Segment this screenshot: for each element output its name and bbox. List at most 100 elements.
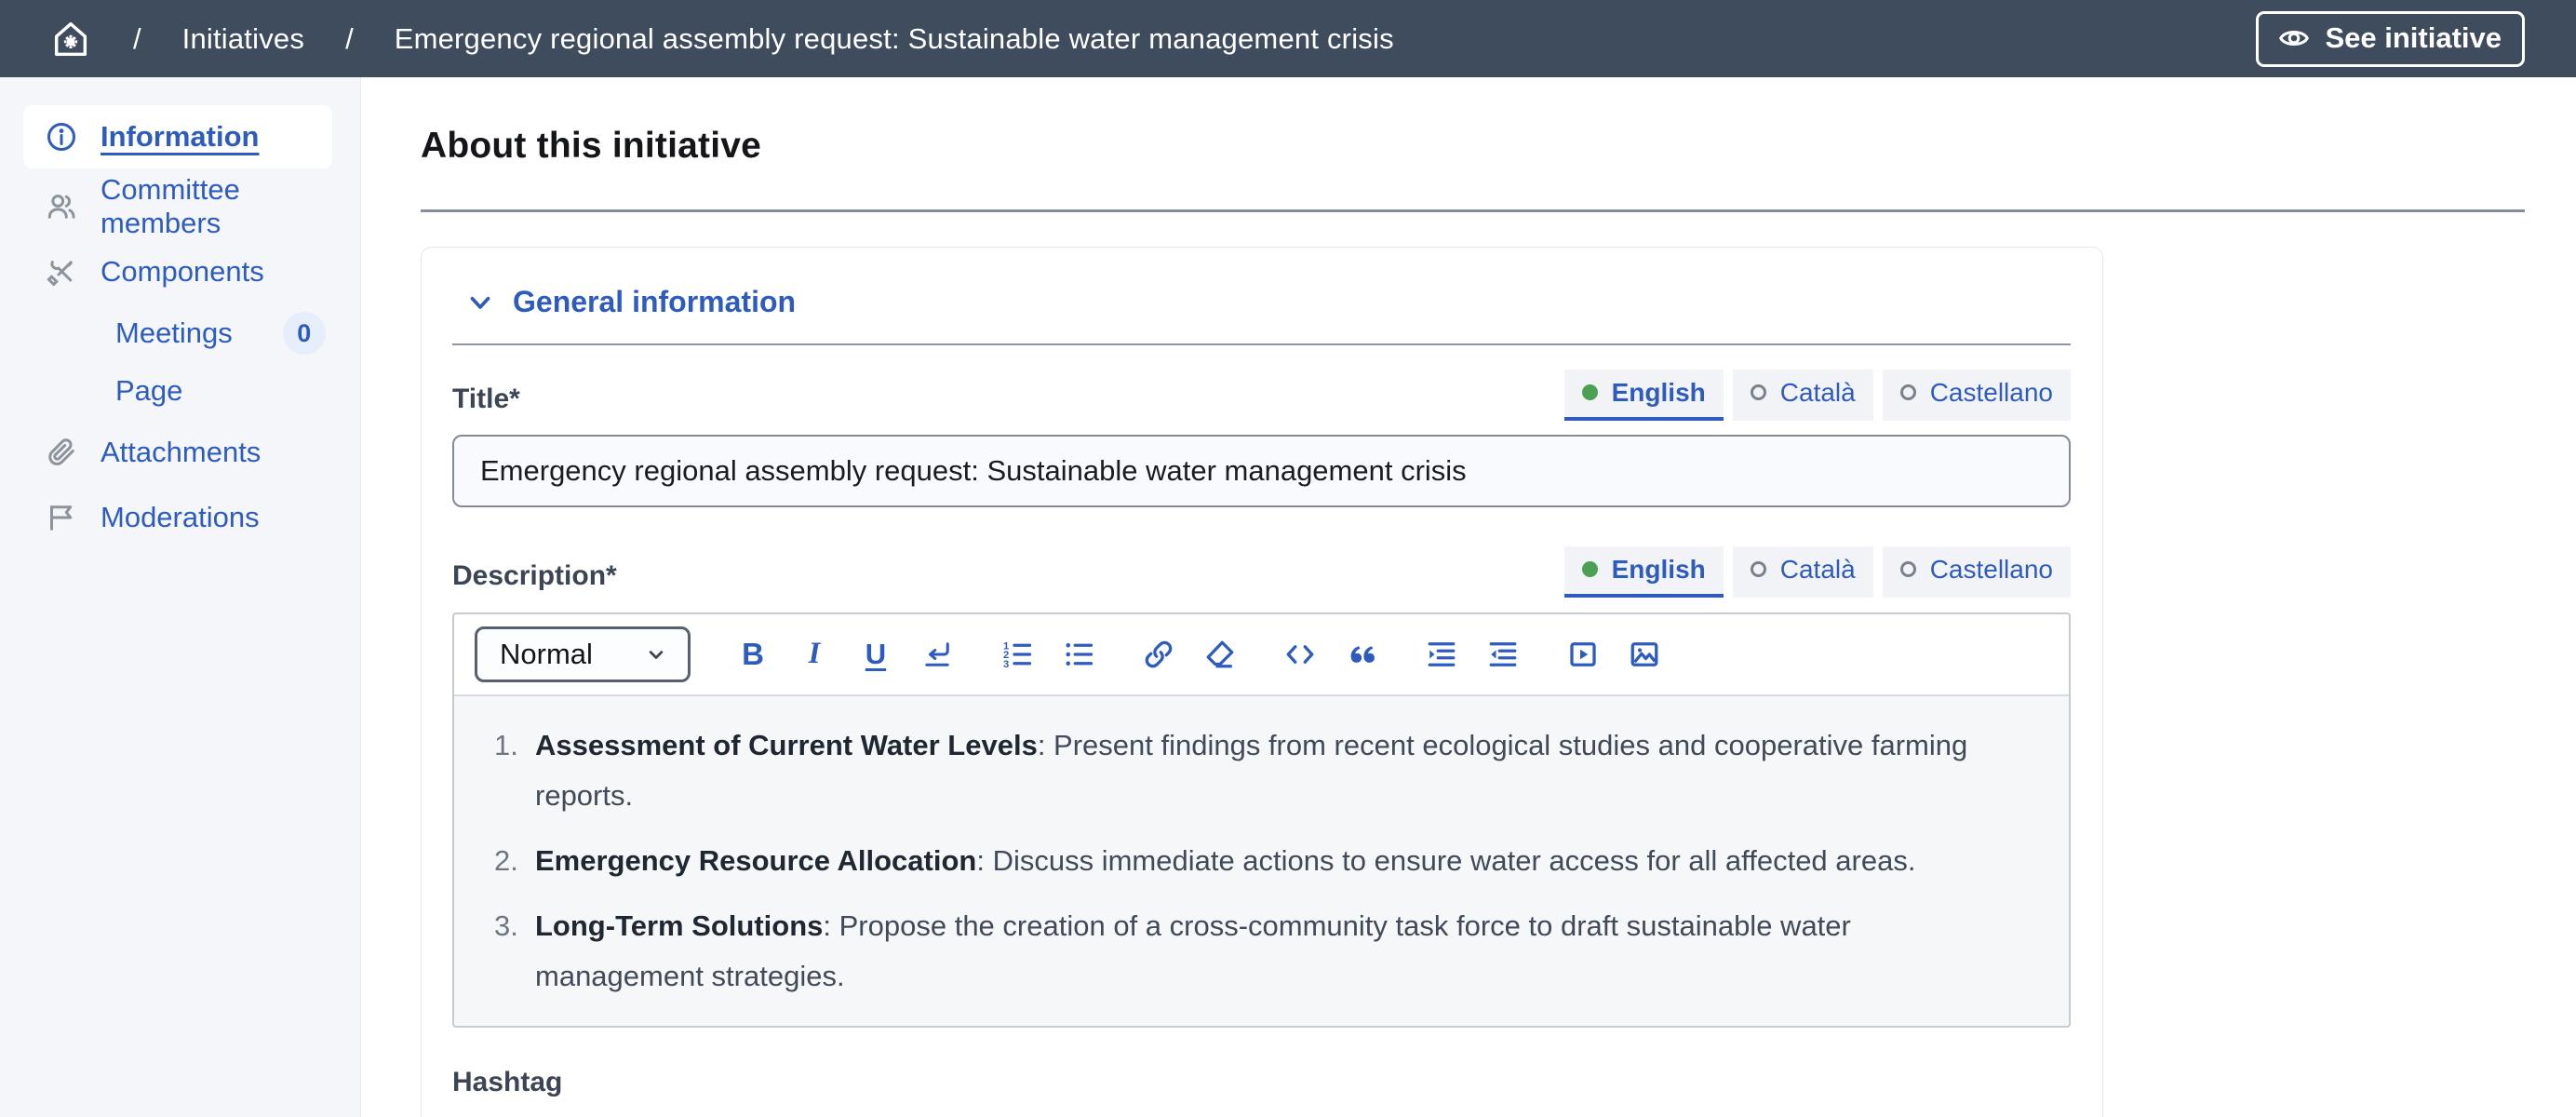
hashtag-label: Hashtag (452, 1067, 2071, 1104)
video-button[interactable] (1565, 637, 1601, 672)
description-language-tabs: English Català Castellano (1564, 546, 2071, 598)
chevron-down-icon (464, 287, 496, 318)
chevron-down-icon (643, 641, 669, 667)
toolbar-group-indent (1424, 637, 1521, 672)
editor-toolbar: Normal B I (454, 614, 2069, 696)
editor-ordered-list: 1. Assessment of Current Water Levels: P… (494, 720, 2032, 1002)
rich-text-editor: Normal B I (452, 612, 2071, 1028)
breadcrumb-initiatives-link[interactable]: Initiatives (182, 22, 304, 56)
list-item: 3. Long-Term Solutions: Propose the crea… (494, 901, 2032, 1002)
paragraph-style-select[interactable]: Normal (475, 626, 691, 682)
meetings-count-badge: 0 (283, 312, 326, 355)
eraser-icon (1203, 638, 1237, 671)
link-button[interactable] (1141, 637, 1176, 672)
flag-icon (45, 501, 78, 534)
sidebar-item-committee-members[interactable]: Committee members (0, 174, 360, 239)
see-initiative-button[interactable]: See initiative (2256, 11, 2525, 67)
sidebar-item-meetings[interactable]: Meetings 0 (0, 304, 360, 362)
general-information-card: General information Title* English Catal… (421, 247, 2103, 1117)
lang-complete-dot-icon (1582, 384, 1598, 400)
lang-tab-catala[interactable]: Català (1733, 370, 1873, 421)
lang-tab-english[interactable]: English (1564, 370, 1724, 421)
page-title: About this initiative (421, 126, 2576, 167)
lang-tab-catala[interactable]: Català (1733, 546, 1873, 598)
list-item-text: Emergency Resource Allocation: Discuss i… (535, 836, 1915, 886)
unordered-list-button[interactable] (1061, 637, 1096, 672)
users-icon (45, 190, 78, 223)
title-divider (421, 209, 2525, 212)
lang-incomplete-dot-icon (1751, 561, 1766, 577)
sidebar-item-attachments[interactable]: Attachments (0, 420, 360, 485)
lang-complete-dot-icon (1582, 561, 1598, 577)
svg-text:3: 3 (1003, 659, 1009, 670)
blockquote-button[interactable] (1344, 637, 1379, 672)
home-gear-icon (49, 18, 92, 61)
indent-decrease-button[interactable] (1485, 637, 1521, 672)
quote-icon (1345, 638, 1378, 671)
indent-decrease-icon (1486, 638, 1520, 671)
code-icon (1283, 638, 1317, 671)
toolbar-group-blocks (1282, 637, 1379, 672)
sidebar-item-label: Information (101, 120, 260, 154)
line-break-icon (920, 638, 954, 671)
ordered-list-button[interactable]: 1 2 3 (1000, 637, 1035, 672)
unordered-list-icon (1062, 638, 1095, 671)
main-content: About this initiative General informatio… (361, 77, 2576, 1117)
sidebar: Information Committee members (0, 77, 361, 1117)
section-title: General information (513, 285, 796, 319)
sidebar-item-label: Page (115, 374, 182, 408)
video-icon (1566, 638, 1600, 671)
indent-increase-icon (1425, 638, 1458, 671)
lang-tab-castellano[interactable]: Castellano (1883, 370, 2071, 421)
title-field-header: Title* English Català Castellano (452, 370, 2071, 421)
line-break-button[interactable] (919, 637, 955, 672)
toolbar-group-lists: 1 2 3 (1000, 637, 1096, 672)
image-button[interactable] (1627, 637, 1662, 672)
clear-format-button[interactable] (1202, 637, 1238, 672)
list-item-text: Assessment of Current Water Levels: Pres… (535, 720, 1987, 821)
list-item-text: Long-Term Solutions: Propose the creatio… (535, 901, 1987, 1002)
lang-incomplete-dot-icon (1751, 384, 1766, 400)
topbar: / Initiatives / Emergency regional assem… (0, 0, 2576, 77)
lang-tab-label: Català (1780, 378, 1856, 408)
ordered-list-icon: 1 2 3 (1000, 638, 1034, 671)
title-input[interactable] (452, 435, 2071, 507)
lang-tab-label: English (1612, 555, 1706, 585)
lang-tab-castellano[interactable]: Castellano (1883, 546, 2071, 598)
image-icon (1628, 638, 1661, 671)
section-divider (452, 343, 2071, 345)
list-item-marker: 1. (494, 720, 535, 821)
italic-button[interactable]: I (797, 637, 832, 672)
sidebar-item-information[interactable]: Information (23, 105, 332, 168)
indent-increase-button[interactable] (1424, 637, 1459, 672)
sidebar-item-moderations[interactable]: Moderations (0, 485, 360, 550)
general-information-toggle[interactable]: General information (452, 285, 796, 319)
list-item: 1. Assessment of Current Water Levels: P… (494, 720, 2032, 821)
editor-content-area[interactable]: 1. Assessment of Current Water Levels: P… (454, 696, 2069, 1026)
sidebar-item-components[interactable]: Components (0, 239, 360, 304)
sidebar-item-label: Moderations (101, 501, 260, 534)
sidebar-item-label: Committee members (101, 173, 360, 240)
code-button[interactable] (1282, 637, 1318, 672)
toolbar-group-link (1141, 637, 1238, 672)
lang-tab-label: Castellano (1930, 378, 2053, 408)
underline-button[interactable]: U (858, 637, 893, 672)
sidebar-item-page[interactable]: Page (0, 362, 360, 420)
underline-icon: U (865, 638, 886, 671)
lang-tab-label: English (1612, 378, 1706, 408)
lang-incomplete-dot-icon (1900, 384, 1916, 400)
link-icon (1142, 638, 1175, 671)
toolbar-group-text: B I U (735, 637, 955, 672)
description-label: Description* (452, 560, 617, 598)
eye-icon (2277, 21, 2311, 55)
admin-home-link[interactable] (49, 18, 92, 61)
bold-button[interactable]: B (735, 637, 771, 672)
see-initiative-label: See initiative (2325, 21, 2502, 55)
tools-icon (45, 255, 78, 289)
description-field-header: Description* English Català Castellano (452, 546, 2071, 598)
italic-icon: I (809, 637, 821, 671)
page-layout: Information Committee members (0, 77, 2576, 1117)
title-label: Title* (452, 384, 520, 421)
paragraph-style-value: Normal (500, 638, 593, 671)
lang-tab-english[interactable]: English (1564, 546, 1724, 598)
